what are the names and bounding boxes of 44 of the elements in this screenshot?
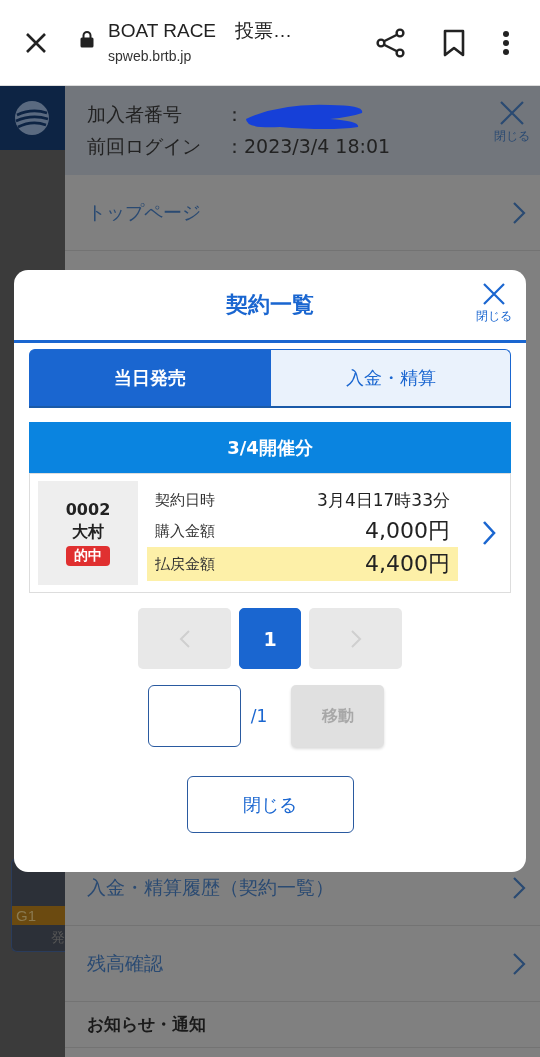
detail-label: 契約日時 bbox=[155, 490, 215, 510]
close-icon bbox=[499, 100, 525, 126]
detail-value: 4,000円 bbox=[365, 517, 450, 545]
detail-label: 払戻金額 bbox=[155, 554, 215, 574]
chevron-right-icon bbox=[482, 520, 496, 546]
section-heading: お知らせ・通知 bbox=[65, 1002, 540, 1048]
chevron-right-icon bbox=[512, 200, 526, 225]
page-title: BOAT RACE 投票… bbox=[108, 18, 294, 43]
close-button[interactable]: 閉じる bbox=[186, 776, 354, 833]
dialog-title: 契約一覧 bbox=[226, 291, 314, 319]
login-label: 前回ログイン bbox=[87, 134, 202, 159]
chevron-right-icon bbox=[512, 951, 526, 976]
close-icon[interactable] bbox=[24, 30, 48, 55]
contract-row[interactable]: 0002 大村 的中 契約日時 3月4日17時33分 購入金額 4,000円 払戻金額 4,400円 bbox=[29, 473, 511, 593]
detail-label: 購入金額 bbox=[155, 521, 215, 541]
tab[interactable]: 入金・精算 bbox=[270, 349, 511, 406]
menu-item-label: 入金・精算履歴（契約一覧） bbox=[87, 874, 334, 900]
grade-label: G1 bbox=[12, 906, 65, 925]
contract-number: 0002 bbox=[65, 500, 111, 519]
date-header: 3/4開催分 bbox=[29, 422, 511, 473]
page-total: /1 bbox=[250, 706, 268, 726]
colon-text: ： bbox=[225, 102, 244, 127]
menu-item-label: 残高確認 bbox=[87, 950, 163, 976]
chevron-left-icon bbox=[178, 628, 191, 649]
member-label: 加入者番号 bbox=[87, 102, 183, 127]
logo-icon bbox=[14, 100, 50, 136]
chevron-right-icon bbox=[349, 628, 362, 649]
close-icon bbox=[482, 282, 506, 306]
venue-name: 大村 bbox=[72, 522, 104, 543]
page-input[interactable] bbox=[147, 685, 241, 747]
close-button[interactable]: 閉じる bbox=[476, 282, 512, 325]
url-text: spweb.brtb.jp bbox=[108, 47, 193, 64]
more-icon[interactable] bbox=[502, 29, 510, 56]
bookmark-icon[interactable] bbox=[442, 28, 466, 57]
lock-icon bbox=[80, 29, 94, 48]
result-badge: 的中 bbox=[66, 546, 110, 566]
page-button[interactable]: 1 bbox=[239, 608, 301, 669]
tab[interactable]: 当日発売 bbox=[29, 349, 270, 406]
detail-value: 3月4日17時33分 bbox=[317, 488, 450, 512]
share-icon[interactable] bbox=[376, 27, 406, 58]
detail-value: 4,400円 bbox=[365, 550, 450, 578]
menu-item-label: トップページ bbox=[87, 199, 201, 225]
chevron-right-icon bbox=[512, 875, 526, 900]
login-time: ：2023/3/4 18:01 bbox=[225, 134, 391, 159]
